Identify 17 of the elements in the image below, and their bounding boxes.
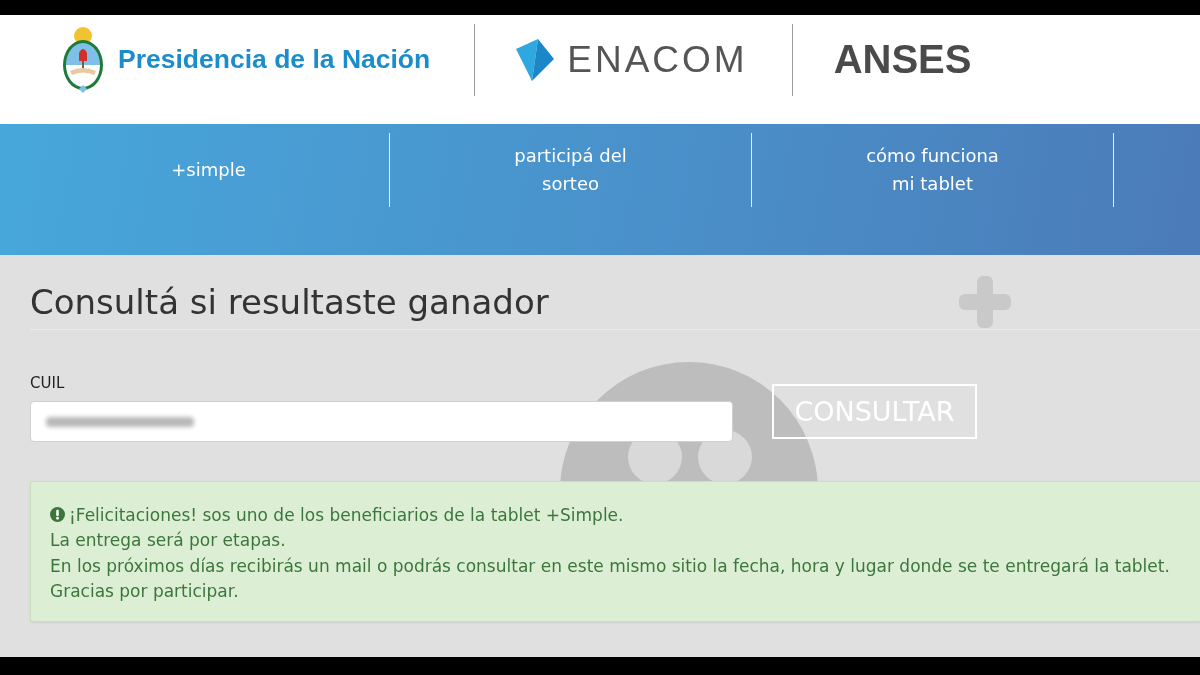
cuil-input-field[interactable] (30, 401, 733, 442)
alert-text: En los próximos días recibirás un mail o podrás consultar en este mismo sitio la fecha, hora y lugar donde se te entregará la tablet. (50, 555, 1170, 576)
alert-text: La entrega será por etapas. (50, 530, 286, 551)
alert-text: ¡Felicitaciones! sos uno de los beneficiarios de la tablet +Simple. (69, 504, 624, 525)
nav-link[interactable]: cómo funciona mi tablet (857, 142, 1008, 198)
exclamation-icon (50, 507, 65, 523)
logo-mark-icon (516, 38, 555, 81)
coat-of-arms-icon (60, 24, 106, 95)
plus-icon (959, 276, 1011, 328)
brand-name: Presidencia de la Nación (118, 44, 431, 75)
brand-name: ANSES (833, 37, 972, 82)
nav-link[interactable]: +simple (171, 156, 246, 184)
brand-name: ENACOM (567, 38, 748, 81)
nav-link[interactable]: participá del sorteo (495, 142, 646, 198)
page-heading: Consultá si resultaste ganador (30, 282, 549, 322)
alert-text: Gracias por participar. (50, 581, 239, 602)
field-label: CUIL (30, 374, 65, 392)
